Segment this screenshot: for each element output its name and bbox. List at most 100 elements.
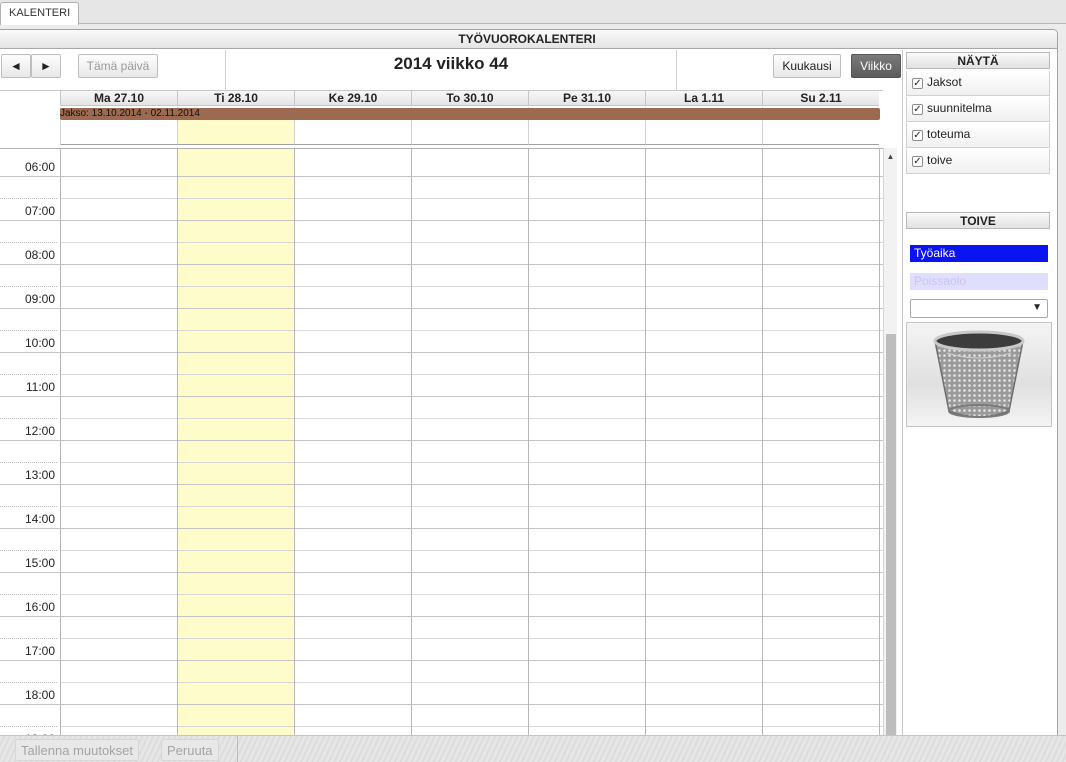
option-label: Jaksot: [927, 75, 962, 89]
half-hour-gridline: [60, 374, 883, 375]
day-column-divider: [879, 149, 880, 738]
checkbox-checked-icon[interactable]: ✓: [912, 78, 923, 89]
time-label: 14:00: [24, 512, 55, 526]
half-hour-gridline: [60, 594, 883, 595]
half-hour-gridline: [60, 198, 883, 199]
trash-bin-icon: [933, 330, 1025, 418]
footer-bar: Tallenna muutokset Peruuta: [0, 735, 1066, 762]
half-hour-tick: [0, 638, 57, 639]
half-hour-tick: [0, 418, 57, 419]
half-hour-gridline: [60, 418, 883, 419]
half-hour-gridline: [60, 638, 883, 639]
trash-drop-zone[interactable]: [906, 322, 1052, 427]
hour-gridline: [0, 616, 883, 617]
half-hour-gridline: [60, 726, 883, 727]
half-hour-gridline: [60, 286, 883, 287]
hour-gridline: [0, 396, 883, 397]
day-header: Ma 27.10: [60, 91, 177, 106]
day-column-divider: [411, 149, 412, 738]
checkbox-checked-icon[interactable]: ✓: [912, 156, 923, 167]
hour-gridline: [0, 220, 883, 221]
half-hour-tick: [0, 506, 57, 507]
hour-gridline: [0, 264, 883, 265]
scroll-thumb[interactable]: [886, 334, 896, 738]
show-option-toive[interactable]: ✓ toive: [906, 149, 1050, 174]
calendar-panel: TYÖVUOROKALENTERI ◄ ► Tämä päivä 2014 vi…: [0, 29, 1058, 739]
today-button[interactable]: Tämä päivä: [78, 54, 158, 78]
arrow-right-icon: ►: [40, 59, 52, 73]
option-label: toteuma: [927, 127, 971, 141]
toive-select[interactable]: ▼: [910, 299, 1048, 318]
hour-gridline: [0, 176, 883, 177]
day-column-divider: [762, 149, 763, 738]
prev-week-button[interactable]: ◄: [1, 54, 31, 78]
checkbox-checked-icon[interactable]: ✓: [912, 130, 923, 141]
day-column-divider: [60, 149, 61, 738]
hour-gridline: [0, 352, 883, 353]
week-view-button[interactable]: Viikko: [851, 54, 901, 78]
time-label: 12:00: [24, 424, 55, 438]
toive-section-title: TOIVE: [906, 212, 1050, 229]
day-header: Ti 28.10: [177, 91, 294, 106]
half-hour-tick: [0, 286, 57, 287]
today-column: [177, 149, 294, 738]
next-week-button[interactable]: ►: [31, 54, 61, 78]
hour-gridline: [0, 660, 883, 661]
toive-item-poissaolo[interactable]: Poissaolo: [910, 273, 1048, 290]
time-label: 11:00: [25, 380, 55, 394]
half-hour-gridline: [60, 462, 883, 463]
half-hour-tick: [0, 682, 57, 683]
option-label: toive: [927, 153, 953, 167]
time-label: 10:00: [24, 336, 55, 350]
day-column-divider: [177, 149, 178, 738]
time-label: 18:00: [24, 688, 55, 702]
half-hour-tick: [0, 198, 57, 199]
month-view-button[interactable]: Kuukausi: [773, 54, 841, 78]
hour-gridline: [0, 704, 883, 705]
calendar-toolbar: ◄ ► Tämä päivä 2014 viikko 44 Kuukausi V…: [0, 50, 901, 90]
arrow-left-icon: ◄: [10, 59, 22, 73]
half-hour-tick: [0, 330, 57, 331]
show-section-title: NÄYTÄ: [906, 52, 1050, 69]
half-hour-tick: [0, 242, 57, 243]
hour-gridline: [0, 440, 883, 441]
hour-gridline: [0, 484, 883, 485]
toive-item-tyoaika[interactable]: Työaika: [910, 245, 1048, 262]
hour-gridline: [0, 528, 883, 529]
half-hour-tick: [0, 550, 57, 551]
time-label: 06:00: [24, 160, 55, 174]
footer-actions: Tallenna muutokset Peruuta: [3, 736, 238, 762]
tab-bar: KALENTERI: [0, 0, 1066, 25]
day-header: To 30.10: [411, 91, 528, 106]
show-option-toteuma[interactable]: ✓ toteuma: [906, 123, 1050, 148]
half-hour-tick: [0, 374, 57, 375]
grid-scrollbar[interactable]: ▲: [883, 148, 897, 738]
time-label: 13:00: [24, 468, 55, 482]
time-label: 16:00: [24, 600, 55, 614]
day-header: Su 2.11: [762, 91, 879, 106]
half-hour-gridline: [60, 330, 883, 331]
day-column-divider: [528, 149, 529, 738]
panel-title: TYÖVUOROKALENTERI: [0, 30, 1057, 49]
day-column-divider: [294, 149, 295, 738]
save-changes-button[interactable]: Tallenna muutokset: [15, 739, 140, 761]
show-option-jaksot[interactable]: ✓ Jaksot: [906, 71, 1050, 96]
time-label: 08:00: [24, 248, 55, 262]
scroll-up-arrow-icon[interactable]: ▲: [884, 150, 897, 164]
cancel-button[interactable]: Peruuta: [161, 739, 219, 761]
show-option-suunnitelma[interactable]: ✓ suunnitelma: [906, 97, 1050, 122]
hour-gridline: [0, 308, 883, 309]
week-title: 2014 viikko 44: [225, 50, 677, 90]
time-label: 17:00: [24, 644, 55, 658]
time-label: 09:00: [24, 292, 55, 306]
period-event-bar[interactable]: Jakso: 13.10.2014 - 02.11.2014: [60, 108, 880, 120]
half-hour-tick: [0, 594, 57, 595]
day-header: Pe 31.10: [528, 91, 645, 106]
tab-kalenteri[interactable]: KALENTERI: [0, 2, 80, 25]
time-grid[interactable]: 06:00 07:00 08:00 09:00 10:00 11:00 12:00 13:00…: [0, 148, 883, 738]
checkbox-checked-icon[interactable]: ✓: [912, 104, 923, 115]
half-hour-gridline: [60, 682, 883, 683]
hour-gridline: [0, 572, 883, 573]
half-hour-tick: [0, 462, 57, 463]
side-panel: NÄYTÄ ✓ Jaksot ✓ suunnitelma ✓ toteuma ✓…: [902, 50, 1052, 738]
